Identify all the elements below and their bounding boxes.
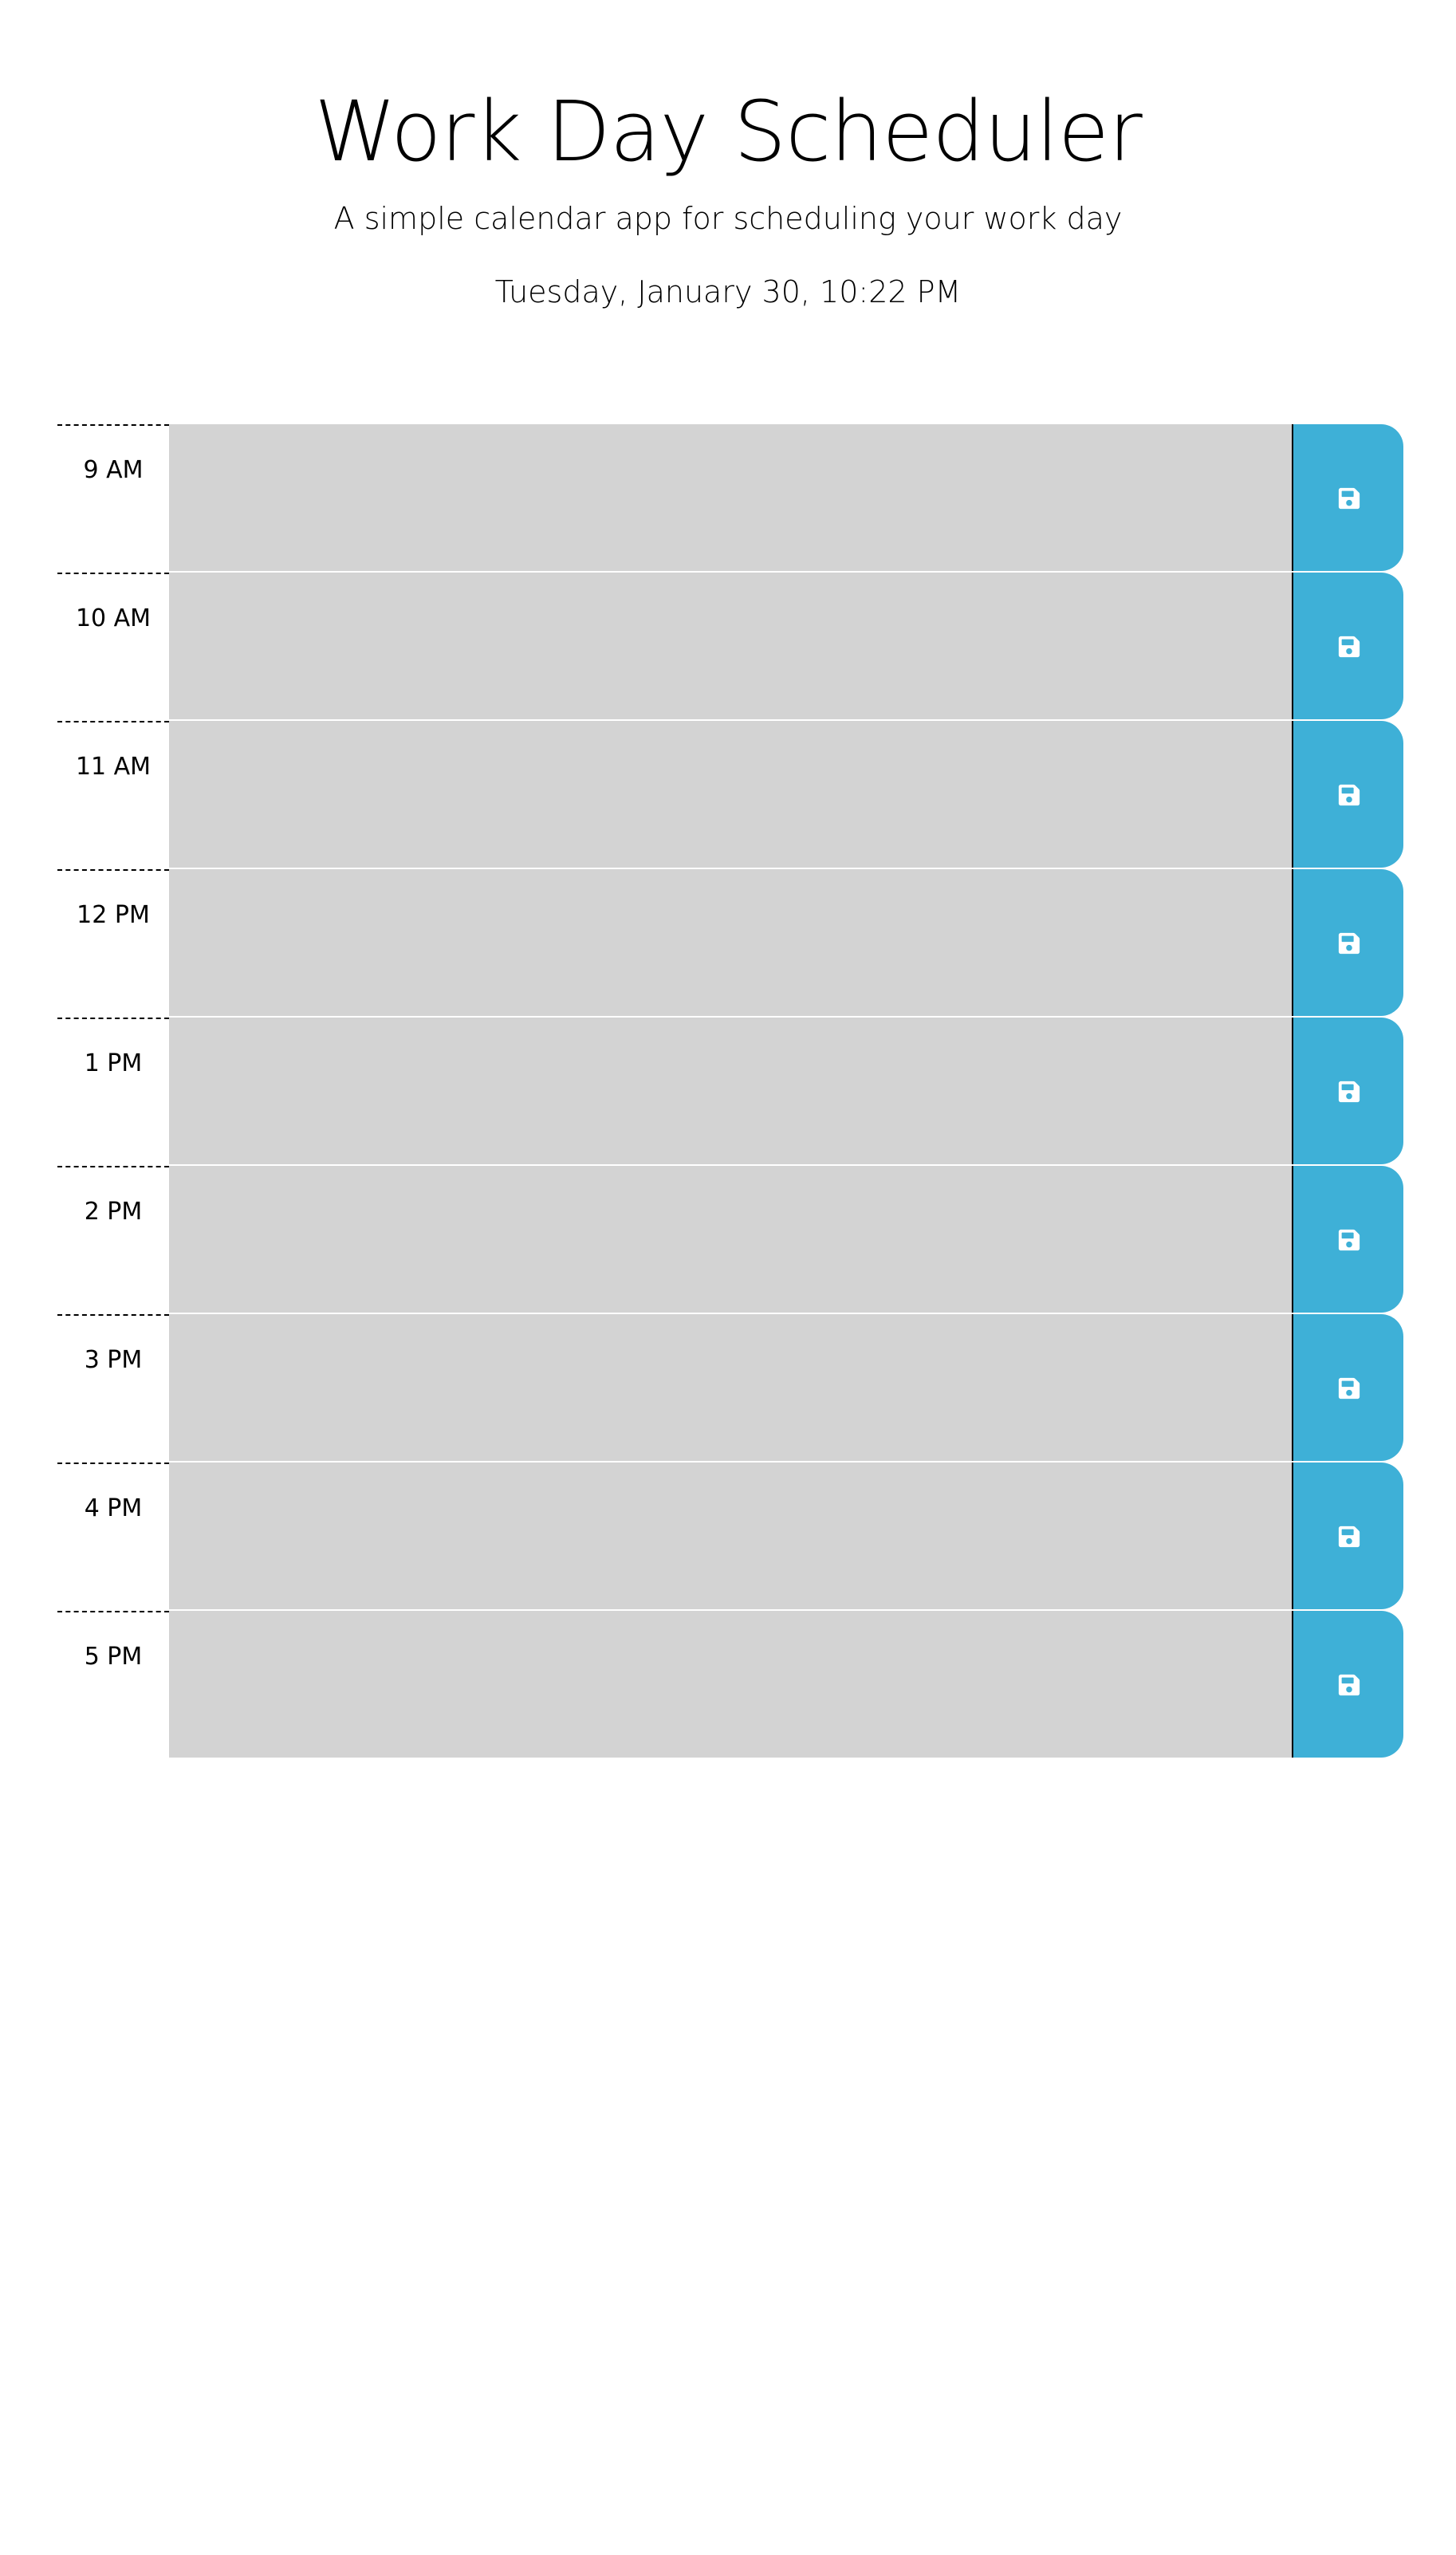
hour-label: 2 PM [57,1166,169,1314]
save-button[interactable] [1292,869,1403,1016]
event-description[interactable] [169,1018,1292,1166]
hour-label: 5 PM [57,1611,169,1759]
hour-label: 11 AM [57,721,169,869]
save-button[interactable] [1292,1463,1403,1609]
hour-label: 12 PM [57,869,169,1018]
time-block: 1 PM [57,1018,1403,1166]
event-description[interactable] [169,1314,1292,1463]
hour-label: 1 PM [57,1018,169,1166]
save-button[interactable] [1292,721,1403,868]
event-description[interactable] [169,1166,1292,1314]
time-block: 5 PM [57,1611,1403,1759]
hour-label: 9 AM [57,424,169,573]
event-description[interactable] [169,573,1292,721]
event-description[interactable] [169,1463,1292,1611]
time-block: 10 AM [57,573,1403,721]
save-button[interactable] [1292,424,1403,571]
event-description[interactable] [169,424,1292,573]
schedule: 9 AM 10 AM 11 AM 12 PM 1 PM 2 PM 3 PM 4 … [57,424,1403,1759]
event-description[interactable] [169,869,1292,1018]
hour-label: 3 PM [57,1314,169,1463]
time-block: 4 PM [57,1463,1403,1611]
save-button[interactable] [1292,1611,1403,1758]
event-description[interactable] [169,1611,1292,1759]
page-title: Work Day Scheduler [314,83,1143,180]
save-button[interactable] [1292,1166,1403,1313]
save-button[interactable] [1292,573,1403,719]
time-block: 12 PM [57,869,1403,1018]
jumbotron: Work Day Scheduler A simple calendar app… [0,0,1456,351]
page-lead: A simple calendar app for scheduling you… [333,201,1123,236]
time-block: 3 PM [57,1314,1403,1463]
save-button[interactable] [1292,1018,1403,1164]
time-block: 11 AM [57,721,1403,869]
save-button[interactable] [1292,1314,1403,1461]
current-day: Tuesday, January 30, 10:22 PM [494,274,962,309]
time-block: 2 PM [57,1166,1403,1314]
hour-label: 10 AM [57,573,169,721]
time-block: 9 AM [57,424,1403,573]
hour-label: 4 PM [57,1463,169,1611]
event-description[interactable] [169,721,1292,869]
